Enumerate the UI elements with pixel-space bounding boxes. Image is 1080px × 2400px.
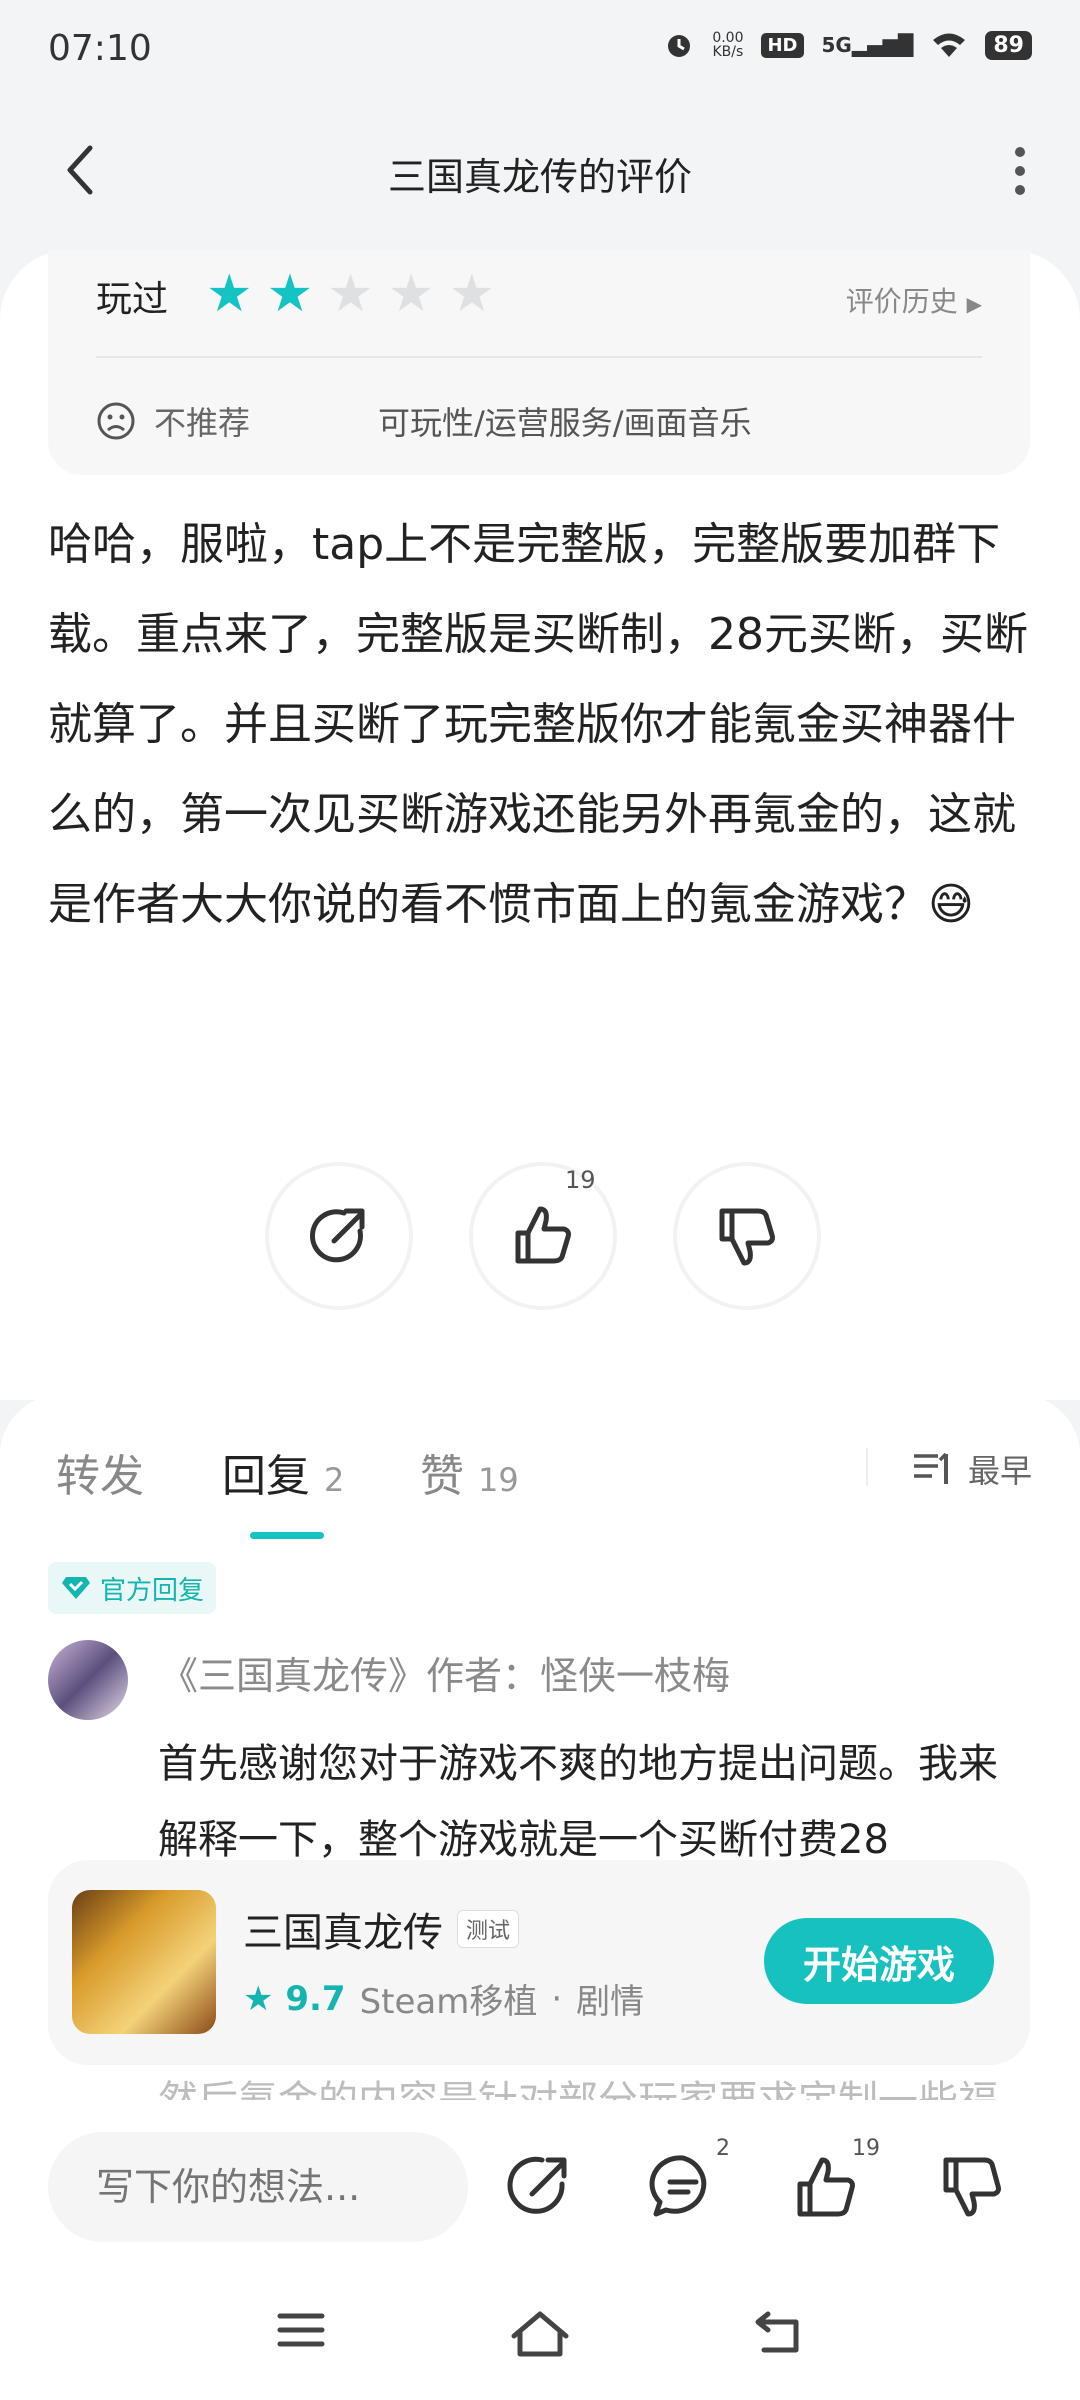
- game-card[interactable]: 三国真龙传 测试 ★ 9.7 Steam移植 · 剧情 开始游戏: [48, 1860, 1030, 2065]
- not-recommend: 不推荐: [96, 398, 250, 444]
- star-icon: ★: [387, 264, 435, 324]
- game-score: ★ 9.7: [243, 1978, 346, 2019]
- dislike-button[interactable]: [673, 1162, 821, 1310]
- reply-author[interactable]: 《三国真龙传》作者：怪侠一枝梅: [160, 1645, 730, 1700]
- thumbs-down-icon[interactable]: [938, 2152, 1008, 2222]
- review-text: 哈哈，服啦，tap上不是完整版，完整版要加群下载。重点来了，完整版是买断制，28…: [48, 519, 1028, 930]
- page-title: 三国真龙传的评价: [387, 155, 692, 199]
- separator: ·: [551, 1978, 563, 2019]
- star-icon: ★: [243, 1978, 274, 2019]
- thumbs-up-icon: [515, 1206, 571, 1264]
- sort-label: 最早: [967, 1452, 1032, 1490]
- game-category: Steam移植: [359, 1982, 538, 2022]
- star-icon: ★: [327, 264, 374, 324]
- rating-history-label: 评价历史: [845, 285, 958, 318]
- divider: [866, 1448, 868, 1486]
- status-time: 07:10: [48, 28, 152, 69]
- tab-replies[interactable]: 回复 2: [222, 1440, 344, 1504]
- start-game-button[interactable]: 开始游戏: [764, 1918, 994, 2004]
- test-badge: 测试: [457, 1910, 520, 1948]
- game-title: 三国真龙传 测试: [243, 1900, 520, 1958]
- status-bar: 07:10 0.00 KB/s HD 5G▂▄▆█ 89: [0, 0, 1080, 100]
- game-meta: ★ 9.7 Steam移植 · 剧情: [243, 1974, 644, 2023]
- menu-icon[interactable]: [276, 2310, 326, 2350]
- share-button[interactable]: [265, 1162, 413, 1310]
- like-count: 19: [852, 2136, 880, 2161]
- top-bar: 三国真龙传的评价: [0, 110, 1080, 230]
- rating-box: 玩过 ★ ★ ★ ★ ★ 评价历史 ▶ 不推荐 可玩性/运营服务/画面音乐: [48, 250, 1030, 475]
- sort-button[interactable]: 最早: [912, 1446, 1032, 1492]
- triangle-right-icon: ▶: [966, 292, 982, 316]
- wifi-icon: [933, 33, 966, 57]
- divider: [96, 356, 982, 358]
- more-menu-icon[interactable]: [1010, 146, 1030, 196]
- avatar[interactable]: [48, 1640, 128, 1720]
- star-rating: ★ ★ ★ ★ ★: [206, 268, 495, 320]
- played-label: 玩过: [96, 279, 169, 320]
- tab-indicator: [250, 1532, 324, 1539]
- star-icon: ★: [266, 264, 314, 324]
- battery-icon: 89: [985, 30, 1032, 60]
- tab-likes[interactable]: 赞 19: [420, 1440, 519, 1504]
- thumbs-up-icon[interactable]: [792, 2152, 862, 2222]
- net-speed: 0.00 KB/s: [712, 30, 744, 60]
- share-icon: [309, 1208, 365, 1263]
- rating-history-link[interactable]: 评价历史 ▶: [846, 280, 982, 320]
- share-icon[interactable]: [504, 2152, 574, 2222]
- game-genre: 剧情: [576, 1982, 645, 2022]
- like-count: 19: [565, 1166, 596, 1194]
- reply-count: 2: [716, 2136, 730, 2161]
- rating-tags: 可玩性/运营服务/画面音乐: [378, 404, 752, 442]
- back-icon[interactable]: [754, 2310, 804, 2354]
- status-icons: 0.00 KB/s HD 5G▂▄▆█ 89: [664, 30, 1032, 60]
- game-cover: [72, 1890, 216, 2034]
- sort-icon: [913, 1452, 948, 1484]
- star-icon: ★: [206, 264, 253, 324]
- comment-input[interactable]: [48, 2132, 468, 2242]
- sad-face-icon: [97, 402, 135, 440]
- alarm-icon: [668, 35, 691, 57]
- comment-input-wrap[interactable]: [48, 2132, 468, 2242]
- thumbs-down-icon: [719, 1208, 775, 1266]
- home-icon[interactable]: [510, 2310, 570, 2358]
- not-recommend-label: 不推荐: [154, 404, 251, 442]
- bottom-action-bar: 2 19: [0, 2100, 1080, 2250]
- official-reply-badge: 官方回复: [48, 1562, 217, 1614]
- signal-icon: 5G▂▄▆█: [821, 33, 914, 57]
- hd-badge: HD: [761, 32, 804, 58]
- star-icon: ★: [448, 264, 496, 324]
- diamond-check-icon: [62, 1577, 90, 1599]
- system-nav-bar: [0, 2250, 1080, 2400]
- reply-text: 首先感谢您对于游戏不爽的地方提出问题。我来解释一下，整个游戏就是一个买断付费28: [158, 1741, 998, 1863]
- tab-forward[interactable]: 转发: [56, 1440, 144, 1504]
- comment-icon[interactable]: [648, 2152, 718, 2222]
